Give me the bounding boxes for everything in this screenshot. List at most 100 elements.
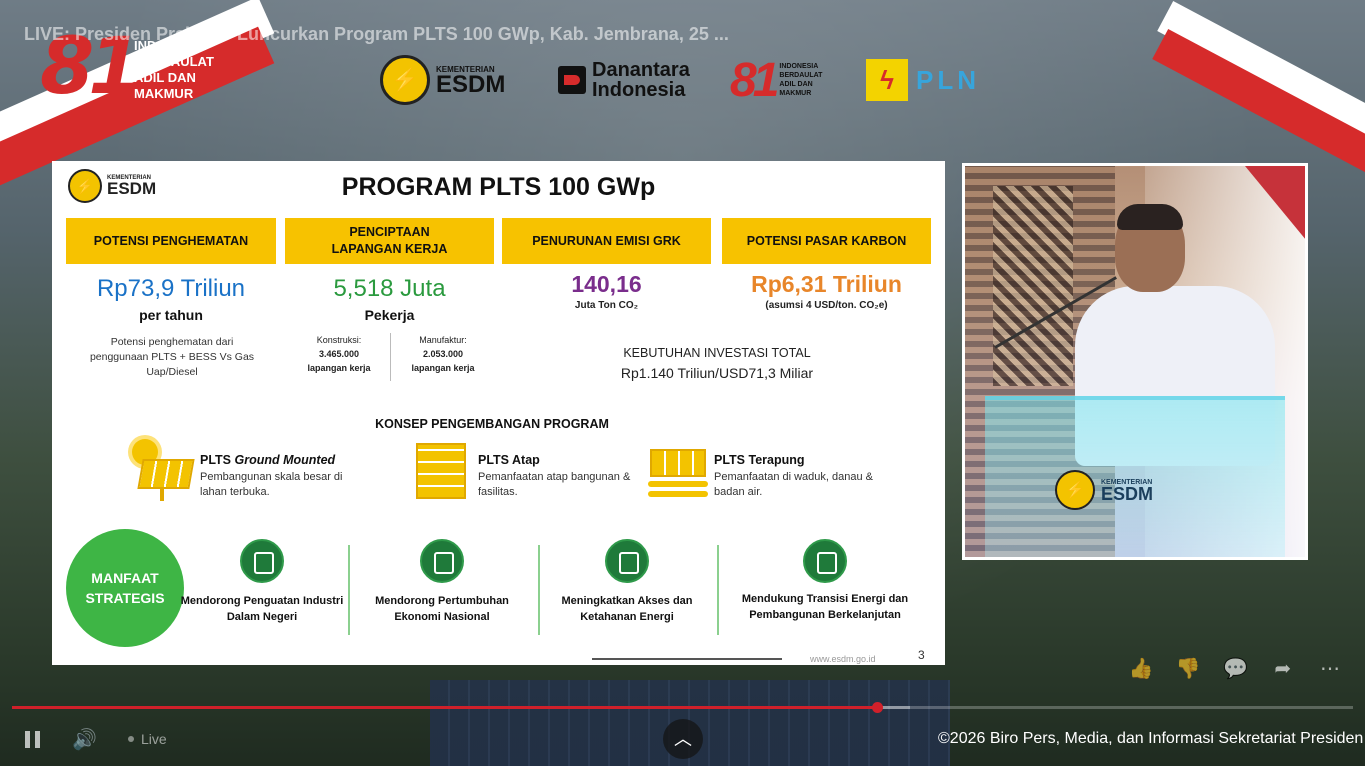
konsep-1-desc: Pembangunan skala besar di lahan terbuka…	[200, 471, 343, 498]
speaker-hair	[1117, 204, 1183, 230]
konsep-rooftop: PLTS Atap Pemanfaatan atap bangunan & fa…	[408, 437, 638, 507]
slide-url: www.esdm.go.id	[810, 654, 876, 664]
benefit-2-text: Mendorong Pertumbuhan Ekonomi Nasional	[375, 595, 509, 623]
slide-footer-line	[592, 658, 782, 660]
metric-header-jobs-label: PENCIPTAAN LAPANGAN KERJA	[331, 225, 448, 256]
live-dot	[128, 736, 134, 742]
speaker-video: ⚡ KEMENTERIAN ESDM	[962, 163, 1308, 560]
progress-fill	[12, 706, 877, 709]
solar-floating-icon	[644, 437, 708, 501]
investment-value: Rp1.140 Triliun/USD71,3 Miliar	[620, 365, 814, 381]
konsep-ground-mounted: PLTS Ground Mounted Pembangunan skala be…	[130, 437, 360, 507]
solar-ground-icon	[130, 437, 195, 501]
economy-money-icon	[420, 539, 464, 583]
konsep-title: KONSEP PENGEMBANGAN PROGRAM	[375, 417, 609, 431]
podium-logo-big: ESDM	[1101, 483, 1154, 504]
konsep-3-title: PLTS Terapung	[714, 453, 805, 467]
investment-label: KEBUTUHAN INVESTASI TOTAL	[623, 346, 811, 360]
carbon-value: Rp6,31 Triliun	[751, 271, 902, 297]
small-81-logo: 81 INDONESIA BERDAULAT ADIL DAN MAKMUR	[730, 52, 827, 108]
wind-solar-icon	[803, 539, 847, 583]
backdrop-ornament	[993, 186, 1073, 386]
konsep-1-title-a: PLTS	[200, 453, 235, 467]
konsep-3-desc: Pemanfaatan di waduk, danau & badan air.	[714, 471, 874, 498]
comment-icon[interactable]: 💬	[1223, 656, 1249, 682]
live-label[interactable]: Live	[141, 731, 167, 747]
jobs-construction-label: Konstruksi:	[316, 335, 362, 345]
share-icon[interactable]: ➦	[1270, 656, 1296, 682]
esdm-logo: ⚡ KEMENTERIAN ESDM	[380, 52, 505, 108]
jobs-sub: Pekerja	[364, 307, 415, 323]
carbon-sub: (asumsi 4 USD/ton. CO₂e)	[765, 300, 888, 311]
podium-esdm-logo: ⚡ KEMENTERIAN ESDM	[1055, 470, 1153, 510]
glass-podium: ⚡ KEMENTERIAN ESDM	[985, 396, 1285, 557]
emissions-sub: Juta Ton CO₂	[574, 300, 639, 311]
pause-icon	[25, 731, 30, 748]
danantara-logo: Danantara Indonesia	[558, 52, 692, 108]
solar-rooftop-icon	[408, 437, 472, 501]
progress-bar[interactable]	[12, 702, 1353, 713]
benefit-energy-access: Meningkatkan Akses dan Ketahanan Energi	[542, 539, 712, 625]
video-title[interactable]: LIVE: Presiden Prabowo Luncurkan Program…	[24, 24, 729, 45]
benefit-divider	[348, 545, 350, 635]
metric-header-jobs: PENCIPTAAN LAPANGAN KERJA	[285, 218, 494, 264]
metric-header-emissions: PENURUNAN EMISI GRK	[502, 218, 711, 264]
savings-desc: Potensi penghematan dari penggunaan PLTS…	[89, 336, 255, 378]
manfaat-label: MANFAAT STRATEGIS	[85, 570, 165, 606]
pln-logo: ϟ PLN	[866, 52, 980, 108]
savings-value: Rp73,9 Triliun	[96, 275, 246, 302]
benefit-energy-transition: Mendukung Transisi Energi dan Pembanguna…	[740, 539, 910, 623]
konsep-1-title-b: Ground Mounted	[234, 453, 336, 467]
emissions-value: 140,16	[571, 271, 642, 297]
metric-header-savings: POTENSI PENGHEMATAN	[66, 218, 276, 264]
pause-icon	[35, 731, 40, 748]
metric-header-carbon: POTENSI PASAR KARBON	[722, 218, 931, 264]
manfaat-strategis-circle: MANFAAT STRATEGIS	[66, 529, 184, 647]
benefit-divider	[717, 545, 719, 635]
jobs-construction-unit: lapangan kerja	[307, 363, 371, 373]
house-energy-icon	[605, 539, 649, 583]
pln-text: PLN	[916, 64, 980, 95]
partner-logos: ⚡ KEMENTERIAN ESDM Danantara Indonesia 8…	[380, 52, 990, 108]
savings-sub: per tahun	[139, 307, 203, 323]
konsep-floating: PLTS Terapung Pemanfaatan di waduk, dana…	[644, 437, 874, 507]
jobs-divider	[390, 333, 391, 381]
esdm-logo-big: ESDM	[436, 70, 506, 98]
video-actions: 👍 👎 💬 ➦ ⋯	[1128, 656, 1343, 682]
jobs-construction: Konstruksi: 3.465.000 lapangan kerja	[294, 333, 384, 375]
pause-button[interactable]	[22, 729, 44, 751]
benefit-economy: Mendorong Pertumbuhan Ekonomi Nasional	[357, 539, 527, 625]
jobs-construction-num: 3.465.000	[318, 349, 360, 359]
jobs-manufacturing-unit: lapangan kerja	[411, 363, 475, 373]
konsep-2-desc: Pemanfaatan atap bangunan & fasilitas.	[478, 471, 631, 498]
esdm-emblem-icon: ⚡	[380, 55, 430, 105]
danantara-text: Danantara Indonesia	[592, 59, 690, 101]
podium-emblem-icon: ⚡	[1055, 470, 1095, 510]
logo81-text: INDONESIA BERDAULAT ADIL DAN MAKMUR	[134, 38, 214, 101]
slide-page-number: 3	[918, 648, 925, 662]
copyright-text: ©2026 Biro Pers, Media, dan Informasi Se…	[938, 730, 1364, 747]
presentation-slide: ⚡ KEMENTERIAN ESDM PROGRAM PLTS 100 GWp …	[52, 161, 945, 665]
jobs-manufacturing: Manufaktur: 2.053.000 lapangan kerja	[398, 333, 488, 375]
benefit-4-text: Mendukung Transisi Energi dan Pembanguna…	[741, 593, 909, 621]
konsep-2-title: PLTS Atap	[478, 453, 540, 467]
small81-number: 81	[730, 53, 779, 107]
volume-icon[interactable]: 🔊	[72, 727, 98, 753]
benefit-3-text: Meningkatkan Akses dan Ketahanan Energi	[561, 595, 693, 623]
jobs-value: 5,518 Juta	[333, 275, 446, 302]
benefit-industry: Mendorong Penguatan Industri Dalam Neger…	[177, 539, 347, 625]
like-icon[interactable]: 👍	[1128, 656, 1154, 682]
jobs-manufacturing-label: Manufaktur:	[419, 335, 467, 345]
jobs-manufacturing-num: 2.053.000	[422, 349, 464, 359]
danantara-mark-icon	[558, 66, 586, 94]
more-icon[interactable]: ⋯	[1317, 656, 1343, 682]
benefit-divider	[538, 545, 540, 635]
benefit-1-text: Mendorong Penguatan Industri Dalam Neger…	[180, 595, 344, 623]
chevron-up-icon[interactable]: ︿	[663, 719, 703, 759]
small81-text: INDONESIA BERDAULAT ADIL DAN MAKMUR	[779, 63, 823, 97]
dislike-icon[interactable]: 👎	[1175, 656, 1201, 682]
pln-lightning-icon: ϟ	[866, 59, 908, 101]
industry-chart-icon	[240, 539, 284, 583]
progress-scrubber[interactable]	[871, 702, 883, 713]
slide-title: PROGRAM PLTS 100 GWp	[341, 173, 656, 201]
